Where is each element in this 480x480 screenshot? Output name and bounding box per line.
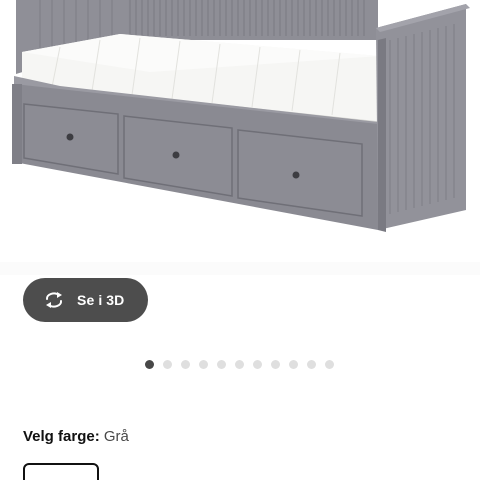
carousel-dot[interactable] xyxy=(271,359,280,369)
carousel-dot[interactable] xyxy=(217,359,226,369)
color-label: Velg farge: xyxy=(23,428,100,445)
view-3d-button[interactable]: Se i 3D xyxy=(23,278,148,322)
view-3d-label: Se i 3D xyxy=(77,292,125,308)
image-carousel-dots xyxy=(145,359,343,369)
carousel-dot[interactable] xyxy=(289,359,298,369)
carousel-dot[interactable] xyxy=(145,359,154,369)
product-page: Se i 3D Velg farge: Grå xyxy=(0,0,480,480)
carousel-dot[interactable] xyxy=(325,359,334,369)
carousel-dot[interactable] xyxy=(235,359,244,369)
color-swatch-selected[interactable] xyxy=(23,463,99,480)
rotate-3d-icon xyxy=(42,290,66,310)
product-image[interactable] xyxy=(0,0,480,275)
carousel-dot[interactable] xyxy=(163,359,172,369)
daybed-illustration xyxy=(0,0,480,275)
carousel-dot[interactable] xyxy=(307,359,316,369)
color-selector-heading: Velg farge: Grå xyxy=(23,428,129,445)
carousel-dot[interactable] xyxy=(253,359,262,369)
carousel-dot[interactable] xyxy=(199,359,208,369)
color-value: Grå xyxy=(103,428,129,445)
carousel-dot[interactable] xyxy=(181,359,190,369)
